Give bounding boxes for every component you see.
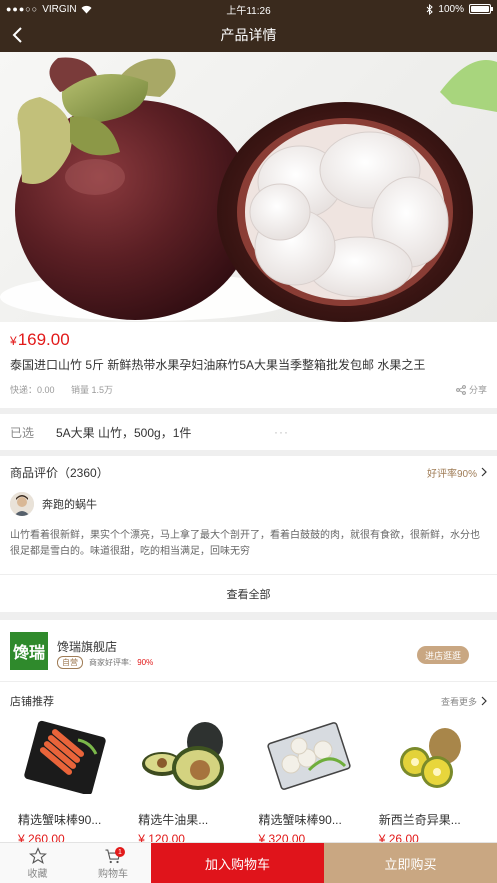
- status-bar: ●●●○○ VIRGIN 上午11:26 100%: [0, 0, 497, 18]
- positive-rate: 好评率90%: [426, 468, 477, 480]
- clock: 上午11:26: [226, 5, 271, 17]
- mangosteen-illustration: [0, 57, 497, 322]
- battery-icon: [469, 4, 493, 14]
- product-image[interactable]: [0, 52, 497, 322]
- product-price: ¥169.00: [10, 330, 487, 350]
- spec-selector[interactable]: 已选 5A大果 山竹，500g，1件 ···: [0, 414, 497, 450]
- favorite-button[interactable]: 收藏: [0, 843, 75, 883]
- back-arrow-icon[interactable]: [8, 25, 28, 45]
- chevron-right-icon: [481, 467, 487, 477]
- selected-value: 5A大果 山竹，500g，1件: [56, 425, 192, 440]
- share-label: 分享: [468, 385, 487, 395]
- recommend-item[interactable]: 新西兰奇异果... ¥ 26.00: [369, 720, 489, 846]
- avocado-image: [142, 722, 225, 790]
- visit-store-button[interactable]: 进店逛逛: [417, 646, 469, 664]
- carrier-label: VIRGIN: [42, 3, 77, 15]
- buy-now-button[interactable]: 立即购买: [324, 843, 497, 883]
- store-rate-label: 商家好评率:: [89, 658, 132, 667]
- see-more-link[interactable]: 查看更多: [441, 695, 487, 708]
- selected-label: 已选: [10, 425, 35, 440]
- bluetooth-icon: [427, 3, 434, 15]
- recommend-item[interactable]: 精选蟹味棒90... ¥ 260.00: [8, 720, 128, 846]
- store-rate: 90%: [137, 658, 154, 667]
- reviews-title: 商品评价（2360）: [10, 465, 109, 480]
- cart-label: 购物车: [98, 868, 128, 880]
- favorite-label: 收藏: [27, 868, 48, 880]
- kiwi-image: [399, 728, 461, 788]
- battery-percent: 100%: [438, 3, 464, 15]
- more-dots-icon: ···: [274, 425, 289, 439]
- crab-stick-image: [24, 720, 106, 796]
- recommend-name: 新西兰奇异果...: [378, 813, 461, 827]
- view-all-reviews-button[interactable]: 查看全部: [0, 574, 497, 612]
- page-title: 产品详情: [220, 27, 277, 43]
- see-more-label: 查看更多: [440, 696, 477, 707]
- cart-button[interactable]: 1 购物车: [75, 843, 151, 883]
- signal-icon: ●●●○○: [6, 4, 39, 14]
- reviews-section: 商品评价（2360） 好评率90% 奔跑的蜗牛 山竹看着很新鲜，果实个个漂亮，马…: [0, 456, 497, 612]
- share-icon: [456, 384, 466, 395]
- recommend-name: 精选蟹味棒90...: [18, 813, 102, 827]
- nav-bar: 产品详情: [0, 18, 497, 52]
- share-button[interactable]: 分享: [456, 383, 487, 396]
- product-name: 泰国进口山竹 5斤 新鲜热带水果孕妇油麻竹5A大果当季整箱批发包邮 水果之王: [10, 358, 426, 372]
- recommend-name: 精选牛油果...: [138, 813, 209, 827]
- recommend-item[interactable]: 精选牛油果... ¥ 120.00: [128, 720, 248, 846]
- star-icon: [28, 846, 47, 864]
- wifi-icon: [81, 5, 92, 13]
- sales-count: 销量 1.5万: [71, 385, 114, 395]
- self-operated-badge: 自营: [57, 656, 83, 669]
- recommend-item[interactable]: 精选蟹味棒90... ¥ 320.00: [249, 720, 369, 846]
- currency-symbol: ¥: [10, 334, 17, 348]
- add-to-cart-button[interactable]: 加入购物车: [151, 843, 324, 883]
- cart-badge: 1: [115, 847, 125, 857]
- bottom-action-bar: 收藏 1 购物车 加入购物车 立即购买: [0, 842, 497, 883]
- price-value: 169.00: [17, 330, 70, 349]
- recommend-name: 精选蟹味棒90...: [258, 813, 342, 827]
- shipping-fee: 快递：0.00: [10, 385, 55, 395]
- reviewer-avatar: [10, 492, 34, 516]
- reviewer-name: 奔跑的蜗牛: [42, 499, 97, 511]
- chevron-right-icon: [481, 696, 487, 706]
- store-logo: 馋瑞: [10, 632, 48, 670]
- review-text: 山竹看着很新鲜，果实个个漂亮，马上拿了最大个剖开了，看着白鼓鼓的肉，就很有食欲，…: [10, 530, 480, 557]
- recommend-title: 店铺推荐: [10, 696, 54, 708]
- positive-rate-link[interactable]: 好评率90%: [427, 465, 487, 480]
- store-name: 馋瑞旗舰店: [57, 640, 118, 654]
- product-info: ¥169.00 泰国进口山竹 5斤 新鲜热带水果孕妇油麻竹5A大果当季整箱批发包…: [0, 322, 497, 408]
- crab-roll-image: [266, 722, 351, 790]
- store-recommendations: 店铺推荐 查看更多 精选蟹味棒90... ¥ 260.00 精选牛油果... ¥…: [0, 682, 497, 846]
